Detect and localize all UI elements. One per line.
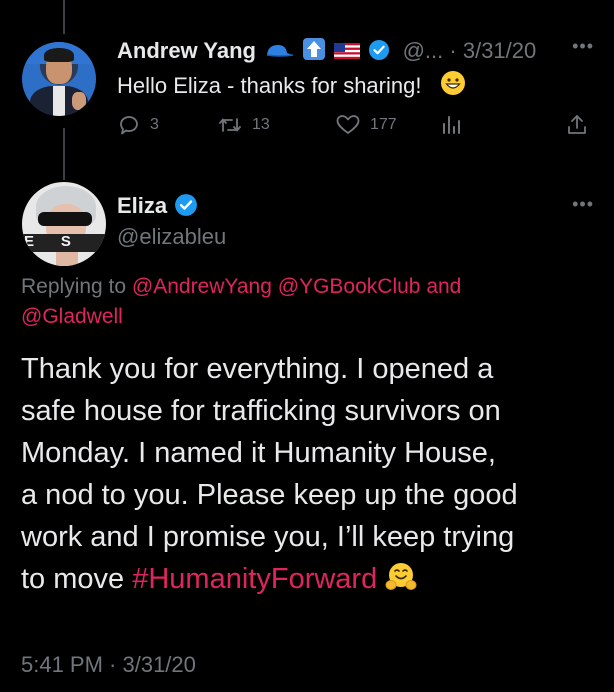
avatar[interactable]: E S <box>22 182 106 266</box>
replying-prefix: Replying to <box>21 275 127 298</box>
more-options-icon[interactable]: ••• <box>572 194 594 215</box>
share-button[interactable] <box>565 110 589 140</box>
analytics-button[interactable] <box>439 110 463 140</box>
hashtag-link[interactable]: #HumanityForward <box>132 563 377 595</box>
avatar[interactable] <box>22 42 96 116</box>
author-name[interactable]: Eliza <box>117 193 167 218</box>
tweet-text: Thank you for everything. I opened a saf… <box>21 348 601 605</box>
reply-icon <box>117 113 141 137</box>
avatar-banner-text: E S <box>24 233 72 250</box>
avatar-hair <box>44 48 74 62</box>
reply-count: 3 <box>150 116 159 133</box>
up-arrow-icon <box>302 37 326 69</box>
avatar-shirt <box>53 86 65 116</box>
replying-to: Replying to @AndrewYang @YGBookClub and … <box>21 272 581 332</box>
tweet-line: to move <box>21 563 125 595</box>
parent-tweet[interactable]: Andrew Yang @... · 3/31/20 ••• Hello Eli… <box>0 0 614 170</box>
heart-icon <box>335 113 361 137</box>
blue-cap-icon <box>264 39 294 69</box>
author-handle[interactable]: @... <box>403 38 444 63</box>
verified-badge-icon <box>174 193 198 225</box>
mention-link[interactable]: @Gladwell <box>21 305 123 328</box>
tweet-actions: 3 13 177 <box>117 110 594 140</box>
analytics-icon <box>439 113 463 137</box>
author-name-row: Eliza <box>117 191 198 225</box>
avatar-sunglasses <box>38 212 92 226</box>
reply-button[interactable]: 3 <box>117 110 159 140</box>
tweet-line: a nod to you. Please keep up the good <box>21 479 518 511</box>
hugging-face-icon <box>385 561 417 605</box>
retweet-button[interactable]: 13 <box>217 110 270 140</box>
share-icon <box>565 113 589 137</box>
author-name[interactable]: Andrew Yang <box>117 38 256 63</box>
retweet-count: 13 <box>252 116 270 133</box>
like-count: 177 <box>370 116 397 133</box>
retweet-icon <box>217 113 243 137</box>
tweet-header: Andrew Yang @... · 3/31/20 <box>117 36 536 69</box>
mentions-joiner: and <box>426 275 462 298</box>
more-options-icon[interactable]: ••• <box>572 36 594 57</box>
avatar-hand <box>72 92 86 110</box>
tweet-date[interactable]: 3/31/20 <box>463 38 536 63</box>
tweet-text-content: Hello Eliza - thanks for sharing! <box>117 73 422 98</box>
tweet-line: Monday. I named it Humanity House, <box>21 437 496 469</box>
mention-link[interactable]: @YGBookClub <box>278 275 421 298</box>
us-flag-icon <box>334 39 361 69</box>
handle-and-date: @... · 3/31/20 <box>403 38 537 63</box>
tweet-line: work and I promise you, I’ll keep trying <box>21 521 515 553</box>
author-handle[interactable]: @elizableu <box>117 222 226 252</box>
tweet-line: safe house for trafficking survivors on <box>21 395 501 427</box>
separator: · <box>449 38 457 63</box>
tweet-text: Hello Eliza - thanks for sharing! <box>117 70 466 104</box>
mention-link[interactable]: @AndrewYang <box>132 275 272 298</box>
verified-badge-icon <box>368 39 390 69</box>
tweet-timestamp[interactable]: 5:41 PM · 3/31/20 <box>21 650 196 680</box>
like-button[interactable]: 177 <box>335 110 397 140</box>
tweet-line: Thank you for everything. I opened a <box>21 353 494 385</box>
grinning-face-icon <box>440 70 466 104</box>
